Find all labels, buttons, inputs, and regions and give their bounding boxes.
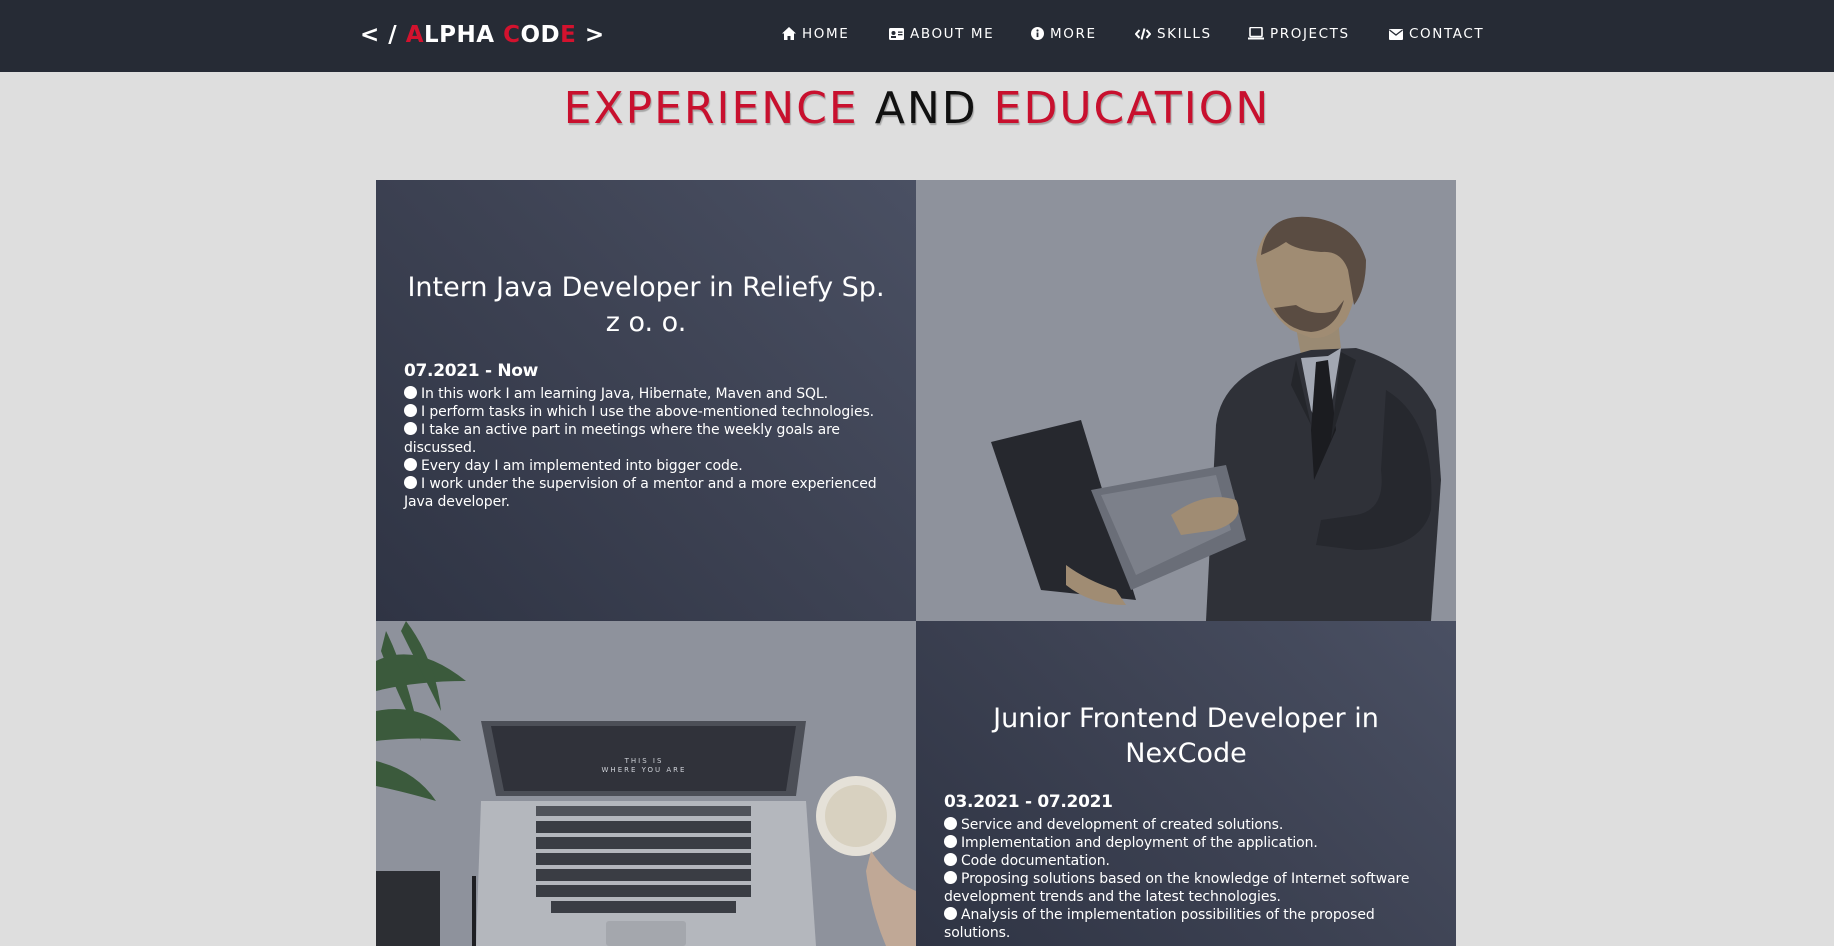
duty-item: Proposing solutions based on the knowled… [944, 871, 1410, 905]
title-word-experience: EXPERIENCE [563, 83, 859, 134]
bullet-icon [944, 853, 957, 866]
bullet-icon [404, 458, 417, 471]
duty-item: I take an active part in meetings where … [404, 422, 840, 456]
nav-skills[interactable]: SKILLS [1134, 0, 1212, 68]
duty-item: Every day I am implemented into bigger c… [404, 457, 888, 475]
envelope-icon [1389, 29, 1403, 40]
job-title: Junior Frontend Developer in NexCode [993, 703, 1379, 769]
duty-item: Analysis of the implementation possibili… [944, 907, 1375, 941]
experience-card-1: Intern Java Developer in Reliefy Sp. z o… [376, 180, 916, 621]
main-nav: HOME ABOUT ME MORE SKILLS PROJECTS CONTA… [0, 0, 1834, 70]
duty-item: Service and development of created solut… [944, 816, 1428, 834]
nav-projects-label: PROJECTS [1270, 26, 1350, 42]
laptop-screen-line-2: WHERE YOU ARE [602, 766, 687, 774]
nav-contact[interactable]: CONTACT [1389, 0, 1484, 68]
bullet-icon [404, 422, 417, 435]
bullet-icon [944, 907, 957, 920]
nav-more[interactable]: MORE [1031, 0, 1097, 68]
nav-about-me[interactable]: ABOUT ME [889, 0, 994, 68]
laptop-screen-line-1: THIS IS [624, 757, 664, 765]
home-icon [782, 27, 796, 40]
navbar: < / ALPHA CODE > HOME ABOUT ME MORE SKIL… [0, 0, 1834, 72]
desk-laptop-photo: THIS IS WHERE YOU ARE [376, 621, 916, 946]
bullet-icon [404, 404, 417, 417]
info-circle-icon [1031, 27, 1044, 40]
page-title: EXPERIENCE AND EDUCATION [0, 80, 1834, 138]
duty-list: Service and development of created solut… [944, 816, 1428, 942]
title-word-education: EDUCATION [993, 83, 1271, 134]
id-card-icon [889, 28, 904, 40]
nav-skills-label: SKILLS [1157, 26, 1212, 42]
duty-item: In this work I am learning Java, Hiberna… [404, 385, 888, 403]
job-date: 03.2021 - 07.2021 [944, 792, 1113, 812]
title-word-and: AND [874, 83, 978, 134]
bullet-icon [404, 386, 417, 399]
duty-item: I work under the supervision of a mentor… [404, 476, 877, 510]
job-title: Intern Java Developer in Reliefy Sp. z o… [407, 272, 885, 338]
bullet-icon [944, 871, 957, 884]
bullet-icon [944, 835, 957, 848]
bullet-icon [944, 817, 957, 830]
code-icon [1134, 28, 1152, 40]
nav-more-label: MORE [1050, 26, 1097, 42]
businessman-illustration [916, 180, 1456, 621]
duty-item: I perform tasks in which I use the above… [404, 403, 888, 421]
bullet-icon [404, 476, 417, 489]
laptop-icon [1248, 26, 1264, 40]
experience-card-2: Junior Frontend Developer in NexCode 03.… [916, 621, 1456, 946]
nav-contact-label: CONTACT [1409, 26, 1485, 42]
duty-list: In this work I am learning Java, Hiberna… [404, 385, 888, 511]
nav-about-me-label: ABOUT ME [910, 26, 995, 42]
nav-projects[interactable]: PROJECTS [1248, 0, 1350, 68]
duty-item: Code documentation. [944, 852, 1428, 870]
nav-home-label: HOME [802, 26, 850, 42]
duty-item: Implementation and deployment of the app… [944, 834, 1428, 852]
job-date: 07.2021 - Now [404, 361, 539, 381]
nav-home[interactable]: HOME [782, 0, 849, 68]
